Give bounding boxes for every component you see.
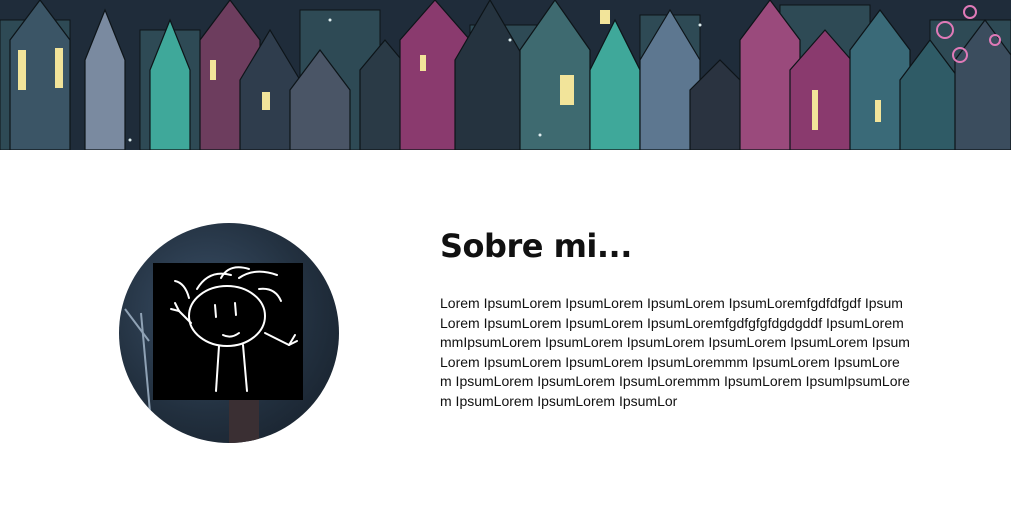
page-title: Sobre mi...: [440, 227, 632, 265]
header-banner: [0, 0, 1011, 150]
avatar: [119, 223, 339, 443]
about-section: Sobre mi... Lorem IpsumLorem IpsumLorem …: [440, 222, 920, 411]
castle-city-illustration: [0, 0, 1011, 150]
stick-figure-drawing: [124, 263, 303, 443]
about-text: Lorem IpsumLorem IpsumLorem IpsumLorem I…: [440, 295, 910, 409]
